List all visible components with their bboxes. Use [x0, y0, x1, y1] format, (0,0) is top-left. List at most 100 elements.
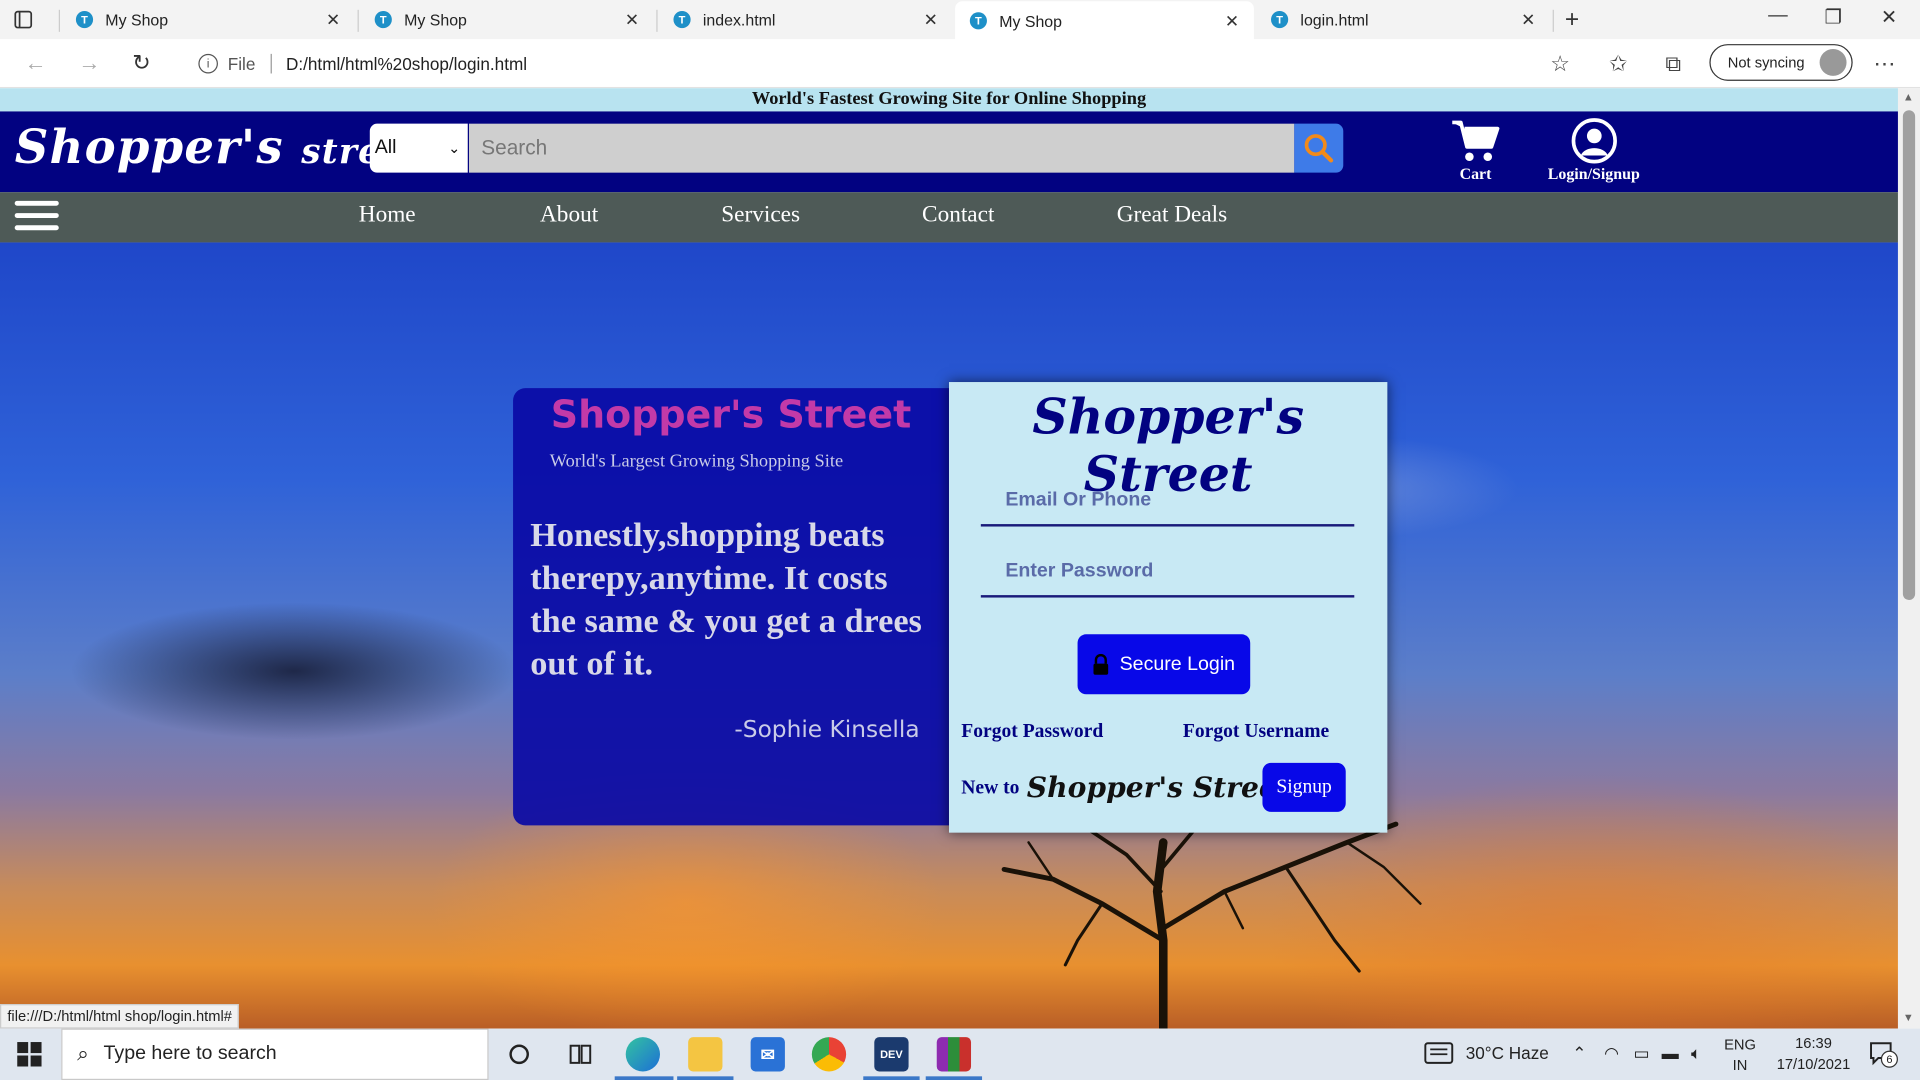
nav-contact[interactable]: Contact: [922, 202, 994, 229]
new-to-label: New to: [961, 776, 1020, 798]
nav-great-deals[interactable]: Great Deals: [1117, 202, 1227, 229]
info-icon[interactable]: i: [198, 53, 218, 74]
weather-text[interactable]: 30°C Haze: [1466, 1043, 1549, 1063]
nav-home[interactable]: Home: [359, 202, 416, 229]
notifications-icon[interactable]: 6: [1869, 1041, 1898, 1069]
scroll-down-icon[interactable]: ▼: [1903, 1011, 1914, 1023]
windows-start-icon[interactable]: [17, 1042, 42, 1067]
add-favorite-icon[interactable]: ☆: [1550, 51, 1570, 77]
info-card-subtitle: World's Largest Growing Shopping Site: [549, 451, 844, 472]
file-label: File: [227, 53, 256, 74]
taskbar-search[interactable]: ⌕ Type here to search: [61, 1028, 489, 1080]
cart-link[interactable]: Cart: [1450, 118, 1501, 184]
close-icon[interactable]: ✕: [1225, 10, 1239, 31]
forward-icon[interactable]: →: [78, 50, 100, 76]
info-card: Shopper's Street World's Largest Growing…: [513, 388, 954, 826]
taskbar-search-placeholder: Type here to search: [103, 1043, 277, 1065]
login-signup-link[interactable]: Login/Signup: [1548, 118, 1640, 184]
cortana-icon[interactable]: [502, 1037, 536, 1071]
close-icon[interactable]: ✕: [1521, 9, 1535, 30]
scroll-up-icon[interactable]: ▲: [1903, 91, 1914, 103]
hero-background: Shopper's Street World's Largest Growing…: [0, 242, 1898, 1029]
file-explorer-icon[interactable]: [688, 1037, 723, 1072]
tab-my-shop-1[interactable]: T My Shop ✕: [61, 0, 355, 39]
mail-icon[interactable]: ✉: [750, 1037, 785, 1072]
close-icon[interactable]: ✕: [625, 9, 639, 30]
site-favicon-icon: T: [374, 11, 392, 29]
site-logo[interactable]: Shopper's street: [15, 119, 422, 174]
app-indicator: [925, 1076, 983, 1080]
secure-login-button[interactable]: Secure Login: [1077, 634, 1251, 695]
close-icon[interactable]: ✕: [326, 9, 340, 30]
hamburger-menu-icon[interactable]: [14, 200, 59, 233]
category-select[interactable]: All ⌄: [369, 123, 468, 173]
tab-separator: [58, 9, 61, 32]
quote-author: -Sophie Kinsella: [734, 716, 920, 744]
browser-tab-bar: T My Shop ✕ T My Shop ✕ T index.html ✕ T…: [0, 0, 1920, 41]
cart-label: Cart: [1459, 164, 1492, 183]
profile-sync-button[interactable]: Not syncing: [1709, 44, 1853, 81]
status-url: file:///D:/html/html shop/login.html#: [0, 1004, 240, 1029]
tab-label: My Shop: [105, 10, 169, 29]
chrome-icon[interactable]: [811, 1037, 847, 1072]
chevron-up-icon[interactable]: ⌃: [1572, 1043, 1586, 1064]
url-text: D:/html/html%20shop/login.html: [285, 53, 528, 74]
back-icon[interactable]: ←: [24, 50, 46, 76]
tab-label: My Shop: [999, 11, 1063, 31]
signup-button[interactable]: Signup: [1262, 762, 1346, 812]
clock[interactable]: 16:39 17/10/2021: [1771, 1033, 1857, 1075]
nav-services[interactable]: Services: [721, 202, 800, 229]
forgot-username-link[interactable]: Forgot Username: [1183, 721, 1329, 743]
email-field[interactable]: Email Or Phone: [980, 478, 1355, 527]
new-tab-icon[interactable]: +: [1565, 6, 1579, 34]
language-indicator[interactable]: ENG IN: [1724, 1035, 1756, 1077]
url-field[interactable]: i File D:/html/html%20shop/login.html: [181, 44, 1590, 84]
site-favicon-icon: T: [75, 11, 94, 29]
minimize-icon[interactable]: —: [1768, 5, 1788, 27]
close-icon[interactable]: ✕: [924, 9, 938, 30]
devcpp-icon[interactable]: DEV: [874, 1037, 909, 1072]
tab-separator: [656, 9, 658, 32]
collections-icon[interactable]: ⧉: [1665, 51, 1681, 77]
forgot-password-link[interactable]: Forgot Password: [961, 721, 1103, 743]
search-input[interactable]: [468, 123, 1295, 173]
battery-icon[interactable]: ▬: [1662, 1043, 1679, 1063]
weather-icon[interactable]: [1424, 1041, 1454, 1069]
scrollbar[interactable]: ▲ ▼: [1897, 88, 1920, 1029]
active-app-indicator: [614, 1076, 674, 1080]
app-indicator: [863, 1076, 920, 1080]
category-value: All: [374, 137, 397, 158]
restore-icon[interactable]: ❐: [1825, 5, 1843, 29]
search-button[interactable]: [1294, 123, 1344, 173]
login-card: Shopper's Street Email Or Phone Enter Pa…: [948, 382, 1388, 833]
tab-my-shop-active[interactable]: T My Shop ✕: [955, 1, 1254, 41]
more-menu-icon[interactable]: ⋯: [1873, 51, 1895, 77]
volume-icon[interactable]: 🔈︎: [1691, 1043, 1701, 1064]
tab-actions-icon[interactable]: [12, 9, 34, 31]
device-icon[interactable]: ▭: [1633, 1043, 1649, 1064]
favorites-icon[interactable]: ✩: [1609, 51, 1627, 77]
task-view-icon[interactable]: [563, 1037, 597, 1071]
email-placeholder: Email Or Phone: [1005, 489, 1152, 511]
password-field[interactable]: Enter Password: [980, 549, 1355, 598]
reload-icon[interactable]: ↻: [132, 50, 150, 76]
nav-about[interactable]: About: [540, 202, 598, 229]
tab-index[interactable]: T index.html ✕: [659, 0, 953, 39]
scrollbar-thumb[interactable]: [1902, 110, 1916, 601]
lang-top: ENG: [1724, 1035, 1756, 1054]
logo-main: Shopper's: [14, 118, 284, 174]
tab-my-shop-2[interactable]: T My Shop ✕: [360, 0, 654, 39]
close-window-icon[interactable]: ✕: [1881, 5, 1897, 29]
edge-icon[interactable]: [625, 1037, 661, 1072]
site-favicon-icon: T: [969, 12, 987, 30]
site-favicon-icon: T: [673, 11, 691, 29]
site-favicon-icon: T: [1271, 11, 1289, 29]
password-placeholder: Enter Password: [1005, 560, 1154, 582]
url-separator: [270, 53, 272, 74]
network-icon[interactable]: ◠: [1604, 1043, 1619, 1064]
tab-login[interactable]: T login.html ✕: [1256, 0, 1550, 39]
info-card-title: Shopper's Street: [550, 393, 912, 438]
notification-badge: 6: [1880, 1050, 1898, 1068]
sync-label: Not syncing: [1727, 53, 1805, 72]
winrar-icon[interactable]: [936, 1037, 972, 1072]
